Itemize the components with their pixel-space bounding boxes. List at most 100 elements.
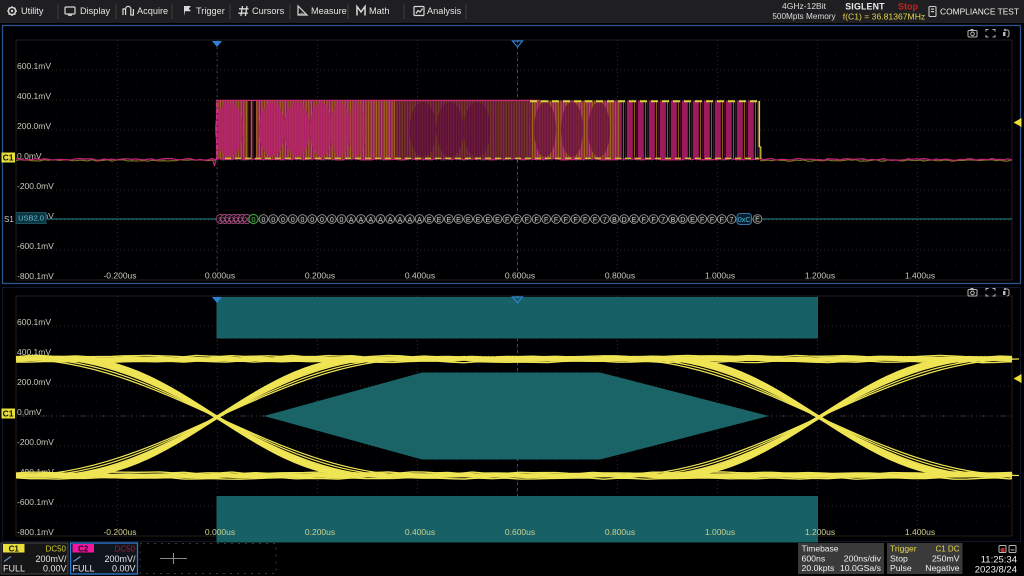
svg-text:DC50: DC50: [115, 545, 136, 554]
svg-text:Math: Math: [369, 6, 389, 16]
svg-text:F: F: [720, 217, 724, 224]
svg-text:A: A: [378, 217, 383, 224]
svg-text:USB2.0: USB2.0: [18, 214, 44, 223]
svg-text:FULL: FULL: [73, 564, 95, 574]
svg-text:0.400us: 0.400us: [405, 271, 435, 281]
svg-text:0.800us: 0.800us: [605, 527, 635, 537]
svg-text:A: A: [407, 217, 412, 224]
svg-text:0: 0: [271, 217, 275, 224]
svg-text:0.400us: 0.400us: [405, 527, 435, 537]
svg-text:F: F: [642, 217, 646, 224]
svg-text:Stop: Stop: [890, 554, 908, 564]
svg-text:1.400us: 1.400us: [905, 271, 935, 281]
svg-text:1.000us: 1.000us: [705, 271, 735, 281]
svg-text:Analysis: Analysis: [427, 6, 462, 16]
svg-text:0: 0: [320, 217, 324, 224]
svg-text:Negative: Negative: [925, 563, 959, 573]
svg-text:C1: C1: [9, 544, 20, 553]
svg-text:250mV: 250mV: [932, 554, 960, 564]
svg-text:Trigger: Trigger: [196, 6, 225, 16]
svg-text:F: F: [651, 217, 655, 224]
svg-text:0: 0: [291, 217, 295, 224]
svg-text:B: B: [671, 217, 676, 224]
svg-text:1.200us: 1.200us: [805, 527, 835, 537]
svg-text:-600.1mV: -600.1mV: [17, 241, 54, 251]
svg-text:F: F: [544, 217, 548, 224]
svg-text:A: A: [388, 217, 393, 224]
svg-text:0: 0: [310, 217, 314, 224]
svg-text:F: F: [534, 217, 538, 224]
svg-text:200mV/: 200mV/: [35, 554, 67, 564]
svg-text:0.00V: 0.00V: [112, 564, 136, 574]
svg-text:0.200us: 0.200us: [305, 271, 335, 281]
svg-text:Cursors: Cursors: [252, 6, 285, 16]
svg-text:200ns/div: 200ns/div: [844, 554, 882, 564]
svg-text:C1: C1: [3, 409, 14, 419]
svg-text:0xC: 0xC: [738, 215, 751, 224]
svg-text:E: E: [476, 217, 481, 224]
svg-text:0.000us: 0.000us: [205, 271, 235, 281]
svg-text:600.1mV: 600.1mV: [17, 61, 51, 71]
svg-text:0: 0: [281, 217, 285, 224]
svg-text:SIGLENT: SIGLENT: [845, 2, 885, 12]
svg-text:f(C1) = 36.81367MHz: f(C1) = 36.81367MHz: [843, 12, 925, 22]
svg-text:B: B: [612, 217, 617, 224]
svg-text:COMPLIANCE TEST: COMPLIANCE TEST: [940, 7, 1019, 17]
svg-text:Display: Display: [80, 6, 111, 16]
svg-text:200.0mV: 200.0mV: [17, 377, 51, 387]
svg-text:0.600us: 0.600us: [505, 527, 535, 537]
svg-text:A: A: [398, 217, 403, 224]
svg-text:600.1mV: 600.1mV: [17, 317, 51, 327]
svg-text:C1 DC: C1 DC: [935, 545, 959, 554]
svg-text:E: E: [495, 217, 500, 224]
svg-text:A: A: [417, 217, 422, 224]
svg-text:E: E: [466, 217, 471, 224]
svg-text:C1: C1: [3, 153, 14, 163]
svg-text:FULL: FULL: [3, 564, 25, 574]
svg-text:-200.0mV: -200.0mV: [17, 181, 54, 191]
svg-text:F: F: [505, 217, 509, 224]
svg-text:0.200us: 0.200us: [305, 527, 335, 537]
svg-text:Measure: Measure: [311, 6, 347, 16]
svg-text:A: A: [368, 217, 373, 224]
svg-text:A: A: [359, 217, 364, 224]
svg-text:Pulse: Pulse: [890, 563, 912, 573]
svg-text:-800.1mV: -800.1mV: [17, 271, 54, 281]
svg-text:0: 0: [251, 215, 255, 224]
svg-text:E: E: [427, 217, 432, 224]
svg-text:0.000us: 0.000us: [205, 527, 235, 537]
svg-text:0: 0: [301, 217, 305, 224]
svg-text:0: 0: [330, 217, 334, 224]
svg-text:-200.0mV: -200.0mV: [17, 437, 54, 447]
svg-text:200.0mV: 200.0mV: [17, 121, 51, 131]
svg-text:F: F: [573, 217, 577, 224]
svg-text:F: F: [710, 217, 714, 224]
svg-text:-0.200us: -0.200us: [103, 271, 136, 281]
svg-text:10.0GSa/s: 10.0GSa/s: [840, 563, 882, 573]
svg-text:1.400us: 1.400us: [905, 527, 935, 537]
svg-text:-800.1mV: -800.1mV: [17, 527, 54, 537]
svg-text:7: 7: [730, 217, 734, 224]
svg-text:D: D: [622, 217, 627, 224]
svg-text:F: F: [593, 217, 597, 224]
svg-text:F: F: [583, 217, 587, 224]
svg-text:500Mpts Memory: 500Mpts Memory: [772, 12, 836, 21]
svg-text:4GHz-12Bit: 4GHz-12Bit: [782, 1, 827, 11]
svg-text:400.1mV: 400.1mV: [17, 91, 51, 101]
svg-text:7: 7: [661, 217, 665, 224]
svg-text:E: E: [437, 217, 442, 224]
svg-text:-0.200us: -0.200us: [103, 527, 136, 537]
svg-text:600ns: 600ns: [802, 554, 826, 564]
svg-text:0: 0: [340, 217, 344, 224]
svg-text:Acquire: Acquire: [137, 6, 168, 16]
svg-text:D: D: [680, 217, 685, 224]
svg-text:Utility: Utility: [21, 6, 44, 16]
svg-text:-600.1mV: -600.1mV: [17, 497, 54, 507]
svg-text:0.800us: 0.800us: [605, 271, 635, 281]
svg-text:E: E: [446, 217, 451, 224]
svg-text:S1: S1: [4, 215, 14, 224]
svg-text:A: A: [349, 217, 354, 224]
svg-text:Stop: Stop: [898, 2, 918, 12]
svg-text:F: F: [564, 217, 568, 224]
svg-text:0.600us: 0.600us: [505, 271, 535, 281]
